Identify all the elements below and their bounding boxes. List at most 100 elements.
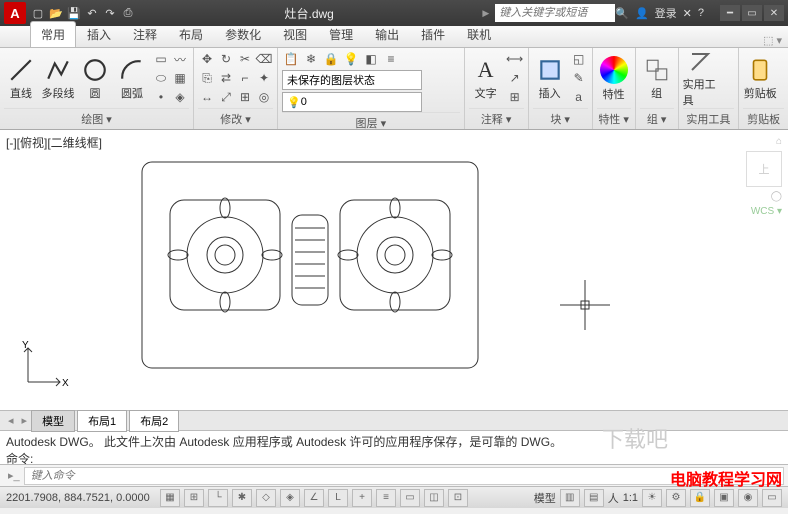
grid-icon[interactable]: ⊞ <box>184 489 204 507</box>
layer-current-combo[interactable]: 💡 0 <box>282 92 422 112</box>
panel-draw-title[interactable]: 绘图 ▾ <box>4 108 189 129</box>
qat-save-icon[interactable]: 💾 <box>66 5 82 21</box>
circle-button[interactable]: 圆 <box>78 50 112 108</box>
help-search-input[interactable] <box>495 4 615 22</box>
insert-block-button[interactable]: 插入 <box>533 50 567 108</box>
qat-new-icon[interactable]: ▢ <box>30 5 46 21</box>
drawing-canvas[interactable]: [-][俯视][二维线框] ⌂ 上 ◯ WCS ▾ <box>0 130 788 410</box>
tab-layout[interactable]: 布局 <box>168 21 214 47</box>
quickview-layouts-icon[interactable]: ▥ <box>560 489 580 507</box>
arc-button[interactable]: 圆弧 <box>115 50 149 108</box>
layer-match-icon[interactable]: ≡ <box>382 50 400 68</box>
help-icon[interactable]: ? <box>698 7 704 19</box>
clipboard-button[interactable]: 剪贴板 <box>743 50 777 108</box>
qat-redo-icon[interactable]: ↷ <box>102 5 118 21</box>
command-input[interactable] <box>24 467 784 485</box>
fillet-icon[interactable]: ⌐ <box>236 69 254 87</box>
clean-screen-icon[interactable]: ▭ <box>762 489 782 507</box>
region-icon[interactable]: ◈ <box>171 88 189 106</box>
panel-groups-title[interactable]: 组 ▾ <box>640 108 674 129</box>
group-button[interactable]: 组 <box>640 50 674 108</box>
table-icon[interactable]: ⊞ <box>506 88 524 106</box>
qat-open-icon[interactable]: 📂 <box>48 5 64 21</box>
panel-properties-title[interactable]: 特性 ▾ <box>597 108 631 129</box>
layer-state-combo[interactable]: 未保存的图层状态 <box>282 70 422 90</box>
scale-icon[interactable]: ⤢ <box>217 88 235 106</box>
anno-scale-icon[interactable]: 人 <box>608 490 619 506</box>
tab-view[interactable]: 视图 <box>272 21 318 47</box>
modelspace-toggle[interactable]: 模型 <box>534 490 556 506</box>
tab-arrow-left-icon[interactable]: ◂ <box>4 414 18 427</box>
panel-annotation-title[interactable]: 注释 ▾ <box>469 108 524 129</box>
maximize-button[interactable]: ▭ <box>742 5 762 21</box>
login-label[interactable]: 登录 <box>655 5 677 21</box>
layer-iso-icon[interactable]: ◧ <box>362 50 380 68</box>
sc-icon[interactable]: ⊡ <box>448 489 468 507</box>
lock-ui-icon[interactable]: 🔒 <box>690 489 710 507</box>
lwt-icon[interactable]: ≡ <box>376 489 396 507</box>
layer-prop-icon[interactable]: 📋 <box>282 50 300 68</box>
rotate-icon[interactable]: ↻ <box>217 50 235 68</box>
qat-undo-icon[interactable]: ↶ <box>84 5 100 21</box>
line-button[interactable]: 直线 <box>4 50 38 108</box>
erase-icon[interactable]: ⌫ <box>255 50 273 68</box>
workspace-icon[interactable]: ⚙ <box>666 489 686 507</box>
wcs-label[interactable]: WCS ▾ <box>751 206 782 217</box>
tab-arrow-right-icon[interactable]: ▸ <box>18 414 32 427</box>
leader-icon[interactable]: ↗ <box>506 69 524 87</box>
login-icon[interactable]: 👤 <box>635 7 649 20</box>
block-edit-icon[interactable]: ✎ <box>570 69 588 87</box>
offset-icon[interactable]: ◎ <box>255 88 273 106</box>
close-button[interactable]: ✕ <box>764 5 784 21</box>
point-icon[interactable]: • <box>152 88 170 106</box>
ducs-icon[interactable]: L <box>328 489 348 507</box>
layer-off-icon[interactable]: 💡 <box>342 50 360 68</box>
spline-icon[interactable]: 〰 <box>171 50 189 68</box>
viewport-label[interactable]: [-][俯视][二维线框] <box>6 134 102 151</box>
view-cube[interactable]: 上 <box>746 151 782 187</box>
panel-modify-title[interactable]: 修改 ▾ <box>198 108 273 129</box>
search-icon[interactable]: 🔍 <box>615 7 629 20</box>
scale-display[interactable]: 1:1 <box>623 492 638 504</box>
copy-icon[interactable]: ⎘ <box>198 69 216 87</box>
qp-icon[interactable]: ◫ <box>424 489 444 507</box>
coordinates-display[interactable]: 2201.7908, 884.7521, 0.0000 <box>6 492 156 504</box>
block-attr-icon[interactable]: a <box>570 88 588 106</box>
mirror-icon[interactable]: ⇄ <box>217 69 235 87</box>
tab-parametric[interactable]: 参数化 <box>214 21 272 47</box>
snap-mode-icon[interactable]: ▦ <box>160 489 180 507</box>
dyn-icon[interactable]: + <box>352 489 372 507</box>
exchange-icon[interactable]: ✕ <box>683 7 692 20</box>
properties-button[interactable]: 特性 <box>597 50 631 108</box>
move-icon[interactable]: ✥ <box>198 50 216 68</box>
tab-online[interactable]: 联机 <box>456 21 502 47</box>
hatch-icon[interactable]: ▦ <box>171 69 189 87</box>
tab-output[interactable]: 输出 <box>364 21 410 47</box>
minimize-button[interactable]: ━ <box>720 5 740 21</box>
array-icon[interactable]: ⊞ <box>236 88 254 106</box>
trim-icon[interactable]: ✂ <box>236 50 254 68</box>
panel-block-title[interactable]: 块 ▾ <box>533 108 588 129</box>
3dosnap-icon[interactable]: ◈ <box>280 489 300 507</box>
polar-icon[interactable]: ✱ <box>232 489 252 507</box>
tab-annotate[interactable]: 注释 <box>122 21 168 47</box>
ellipse-icon[interactable]: ⬭ <box>152 69 170 87</box>
tab-layout1[interactable]: 布局1 <box>77 410 127 432</box>
tab-home[interactable]: 常用 <box>30 21 76 47</box>
text-button[interactable]: A 文字 <box>469 50 503 108</box>
polyline-button[interactable]: 多段线 <box>41 50 75 108</box>
layer-freeze-icon[interactable]: ❄ <box>302 50 320 68</box>
explode-icon[interactable]: ✦ <box>255 69 273 87</box>
utilities-button[interactable]: 实用工具 <box>683 50 717 108</box>
tab-manage[interactable]: 管理 <box>318 21 364 47</box>
tpy-icon[interactable]: ▭ <box>400 489 420 507</box>
quickview-drawings-icon[interactable]: ▤ <box>584 489 604 507</box>
rectangle-icon[interactable]: ▭ <box>152 50 170 68</box>
ribbon-extra-icon[interactable]: ⬚ <box>763 34 773 47</box>
hardware-accel-icon[interactable]: ▣ <box>714 489 734 507</box>
stretch-icon[interactable]: ↔ <box>198 88 216 106</box>
tab-model[interactable]: 模型 <box>31 410 75 432</box>
nav-home-icon[interactable]: ⌂ <box>776 136 782 147</box>
anno-vis-icon[interactable]: ☀ <box>642 489 662 507</box>
block-create-icon[interactable]: ◱ <box>570 50 588 68</box>
